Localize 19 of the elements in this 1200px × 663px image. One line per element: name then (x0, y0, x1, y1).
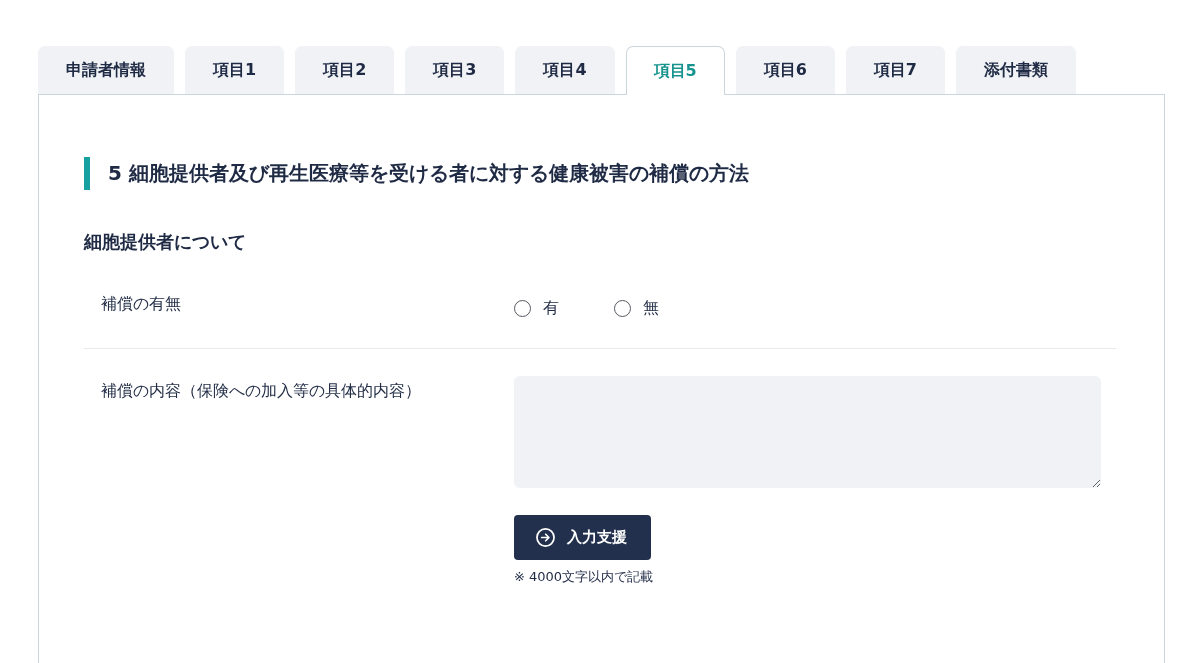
subsection-heading: 細胞提供者について (84, 230, 247, 254)
field-label: 補償の有無 (100, 293, 182, 315)
section-heading: 5 細胞提供者及び再生医療等を受ける者に対する健康被害の補償の方法 (84, 157, 1116, 190)
radio-option[interactable]: 有 (514, 296, 559, 320)
field-label: 補償の内容（保険への加入等の具体的内容） (100, 380, 422, 402)
arrow-circle-icon (536, 528, 555, 547)
tab[interactable]: 項目3 (405, 46, 505, 94)
character-limit-note: ※ 4000文字以内で記載 (514, 568, 655, 586)
tab[interactable]: 項目2 (295, 46, 395, 94)
tab[interactable]: 申請者情報 (38, 46, 174, 94)
radio-option[interactable]: 無 (614, 296, 659, 320)
text-area-field[interactable] (514, 376, 1101, 488)
tab[interactable]: 項目4 (515, 46, 615, 94)
tab[interactable]: 項目6 (735, 46, 835, 94)
tab[interactable]: 添付書類 (956, 46, 1076, 94)
tab[interactable]: 項目1 (185, 46, 285, 94)
tab[interactable]: 項目7 (845, 46, 945, 94)
tab[interactable]: 項目5 (625, 46, 725, 95)
input-assist-button[interactable]: 入力支援 (514, 515, 651, 560)
